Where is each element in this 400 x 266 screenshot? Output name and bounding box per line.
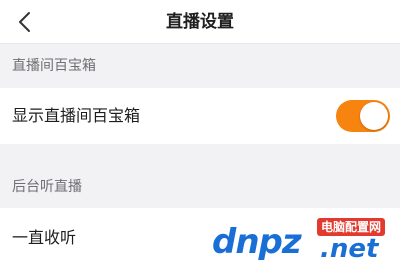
- page-title: 直播设置: [166, 12, 234, 32]
- site-watermark: dnpz 电脑配置网 .net: [212, 218, 398, 264]
- section-header-label: 后台听直播: [12, 179, 82, 195]
- toggle-knob: [360, 102, 388, 130]
- nav-bar: 直播设置: [0, 0, 400, 44]
- show-treasure-box-toggle[interactable]: [336, 100, 390, 132]
- section-header-label: 直播间百宝箱: [12, 58, 96, 74]
- setting-label: 显示直播间百宝箱: [12, 106, 141, 125]
- setting-label: 一直收听: [12, 228, 77, 247]
- setting-row-show-treasure-box: 显示直播间百宝箱: [0, 88, 400, 144]
- section-header-background-listen: 后台听直播: [0, 167, 400, 207]
- watermark-logo: dnpz: [212, 222, 302, 262]
- section-header-treasure-box: 直播间百宝箱: [0, 46, 400, 86]
- watermark-suffix: .net: [320, 234, 379, 264]
